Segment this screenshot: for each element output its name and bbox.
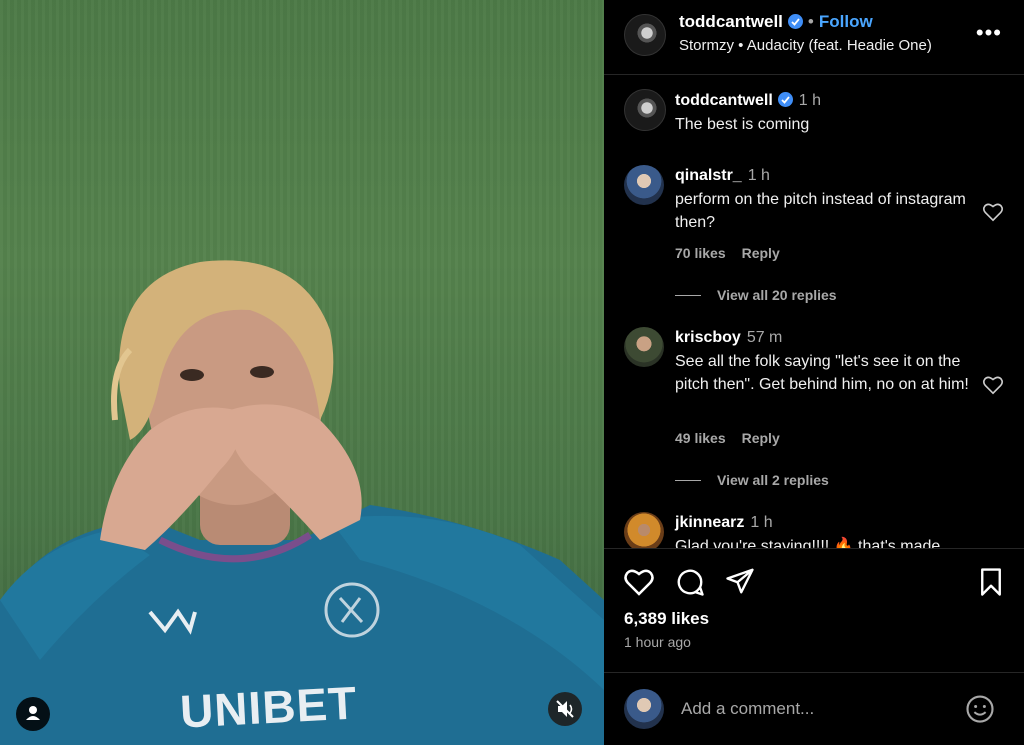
- comment-bubble-icon[interactable]: [675, 567, 705, 597]
- comment-text: Glad you're staying!!!! 🔥 that's made: [675, 538, 941, 548]
- caption-avatar[interactable]: [624, 89, 666, 131]
- commenter-username[interactable]: jkinnearz: [675, 514, 744, 531]
- follow-button[interactable]: Follow: [819, 12, 873, 31]
- view-replies-label: View all 2 replies: [717, 472, 829, 488]
- comment-header: jkinnearz 1 h: [675, 514, 773, 532]
- comment-text: See all the folk saying "let's see it on…: [675, 353, 969, 393]
- caption-username[interactable]: toddcantwell: [675, 92, 773, 109]
- reply-button[interactable]: Reply: [742, 430, 780, 446]
- comment-likes[interactable]: 70 likes: [675, 245, 726, 261]
- shirt-sponsor-text: UNIBET: [178, 676, 359, 738]
- commenter-avatar[interactable]: [624, 512, 664, 548]
- reply-button[interactable]: Reply: [742, 245, 780, 261]
- post-video[interactable]: UNIBET: [0, 0, 604, 745]
- current-user-avatar: [624, 689, 664, 729]
- add-comment-input[interactable]: Add a comment...: [681, 699, 814, 719]
- commenter-avatar[interactable]: [624, 327, 664, 367]
- view-replies-button[interactable]: View all 20 replies: [675, 287, 837, 303]
- replies-line: [675, 480, 701, 481]
- user-icon: [26, 706, 40, 720]
- actions-divider: [604, 548, 1024, 549]
- emoji-icon[interactable]: [965, 694, 995, 724]
- view-replies-button[interactable]: View all 2 replies: [675, 472, 829, 488]
- separator-dot: •: [807, 12, 814, 31]
- like-comment-heart-icon[interactable]: [982, 202, 1004, 222]
- comment-meta: 49 likes Reply: [675, 430, 796, 446]
- like-heart-icon[interactable]: [623, 567, 655, 597]
- author-header: toddcantwell • Follow: [679, 12, 873, 32]
- comment-header: qinalstr_ 1 h: [675, 167, 770, 185]
- verified-badge-icon: [787, 14, 803, 29]
- commenter-username[interactable]: qinalstr_: [675, 167, 742, 184]
- mute-button[interactable]: [548, 692, 582, 726]
- muted-speaker-icon: [556, 700, 574, 718]
- player-illustration: [0, 260, 604, 745]
- comment-time: 1 h: [747, 167, 770, 184]
- view-replies-label: View all 20 replies: [717, 287, 837, 303]
- input-divider: [604, 672, 1024, 673]
- caption-time: 1 h: [798, 92, 822, 109]
- comment-text: perform on the pitch instead of instagra…: [675, 191, 966, 231]
- caption-text: The best is coming: [675, 116, 810, 133]
- verified-badge-icon: [777, 92, 793, 107]
- author-username[interactable]: toddcantwell: [679, 12, 783, 31]
- share-paper-plane-icon[interactable]: [725, 566, 755, 596]
- comment-meta: 70 likes Reply: [675, 245, 796, 261]
- comment-time: 1 h: [750, 514, 773, 531]
- author-avatar[interactable]: [624, 14, 666, 56]
- save-bookmark-icon[interactable]: [978, 567, 1004, 597]
- comment-likes[interactable]: 49 likes: [675, 430, 726, 446]
- more-options-icon[interactable]: •••: [976, 20, 1002, 46]
- comment-header: kriscboy 57 m: [675, 329, 782, 347]
- post-sidebar: toddcantwell • Follow Stormzy • Audacity (…: [604, 0, 1024, 745]
- post-likes-count[interactable]: 6,389 likes: [624, 609, 709, 629]
- commenter-avatar[interactable]: [624, 165, 664, 205]
- like-comment-heart-icon[interactable]: [982, 375, 1004, 395]
- caption-header: toddcantwell 1 h: [675, 92, 821, 110]
- tagged-users-button[interactable]: [16, 697, 50, 731]
- audio-track-link[interactable]: Stormzy • Audacity (feat. Headie One): [679, 37, 932, 54]
- post-timestamp: 1 hour ago: [624, 634, 691, 650]
- comments-list[interactable]: toddcantwell 1 h The best is coming qinal…: [604, 75, 1024, 548]
- comment-time: 57 m: [746, 329, 783, 346]
- replies-line: [675, 295, 701, 296]
- commenter-username[interactable]: kriscboy: [675, 329, 741, 346]
